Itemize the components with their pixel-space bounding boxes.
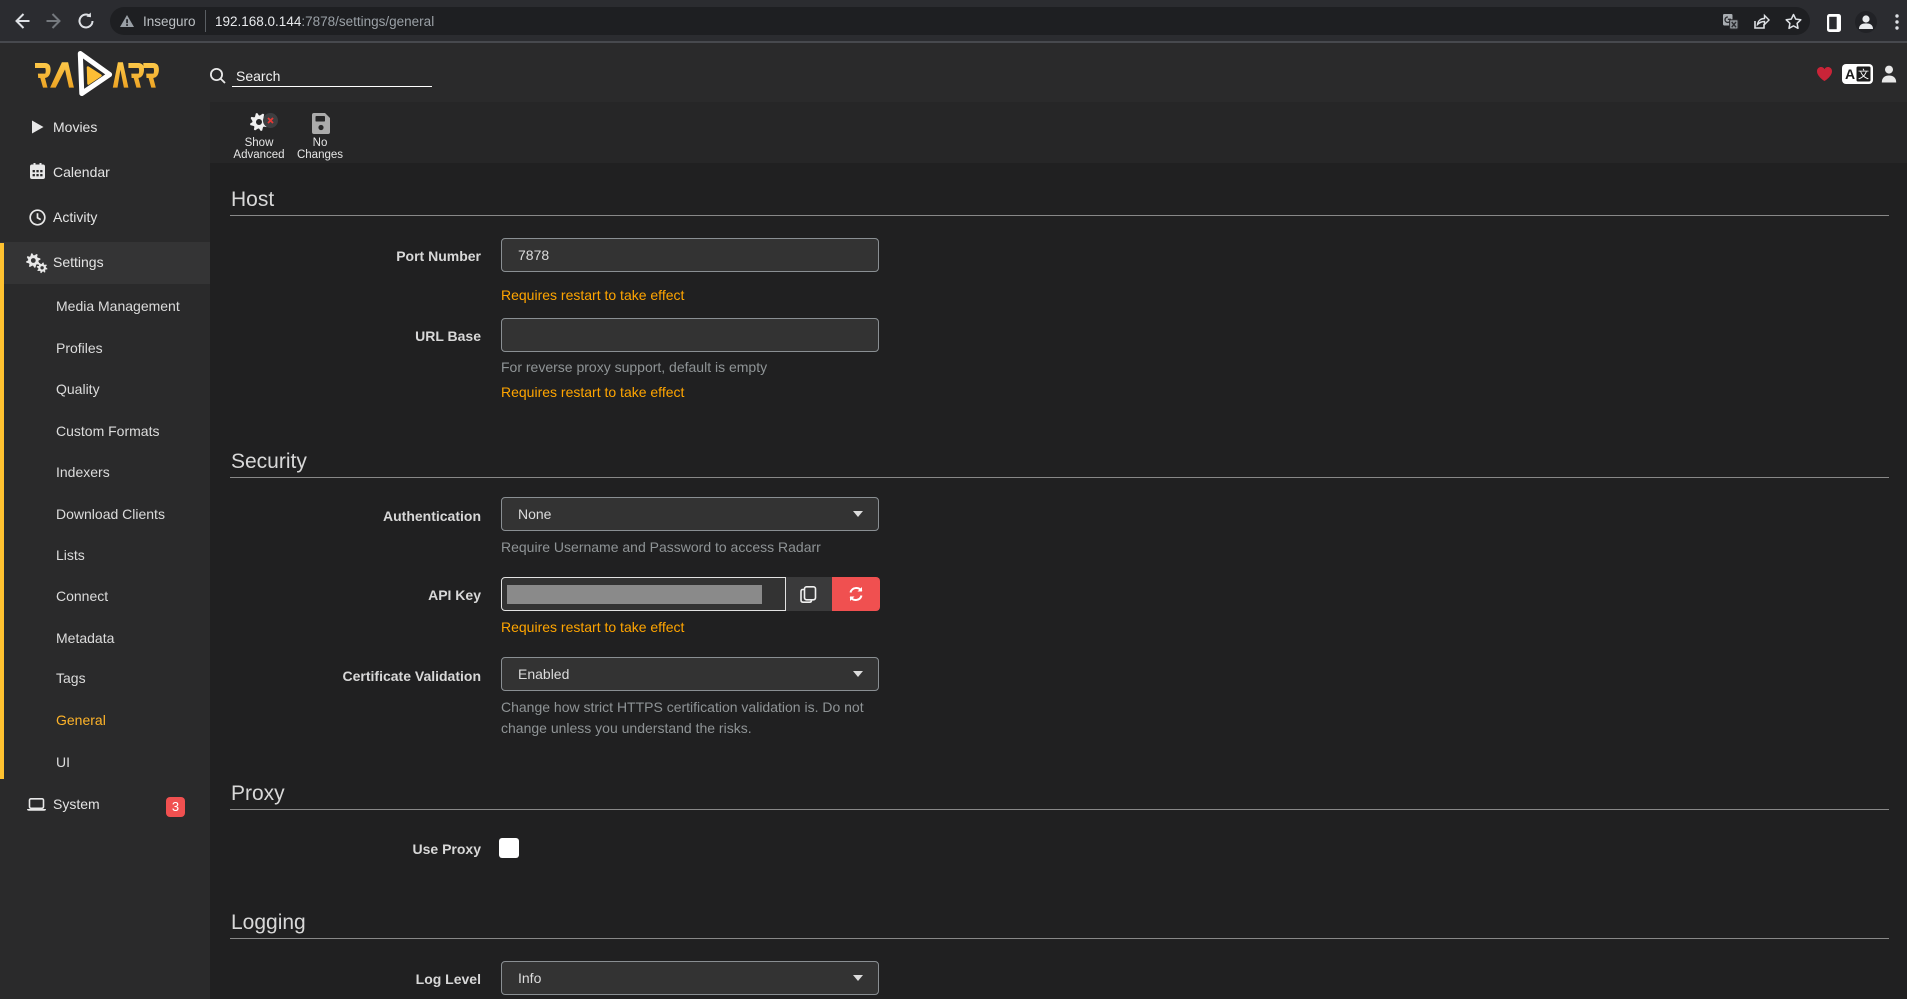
svg-text:文: 文: [1858, 67, 1869, 81]
svg-text:A: A: [1845, 66, 1855, 82]
